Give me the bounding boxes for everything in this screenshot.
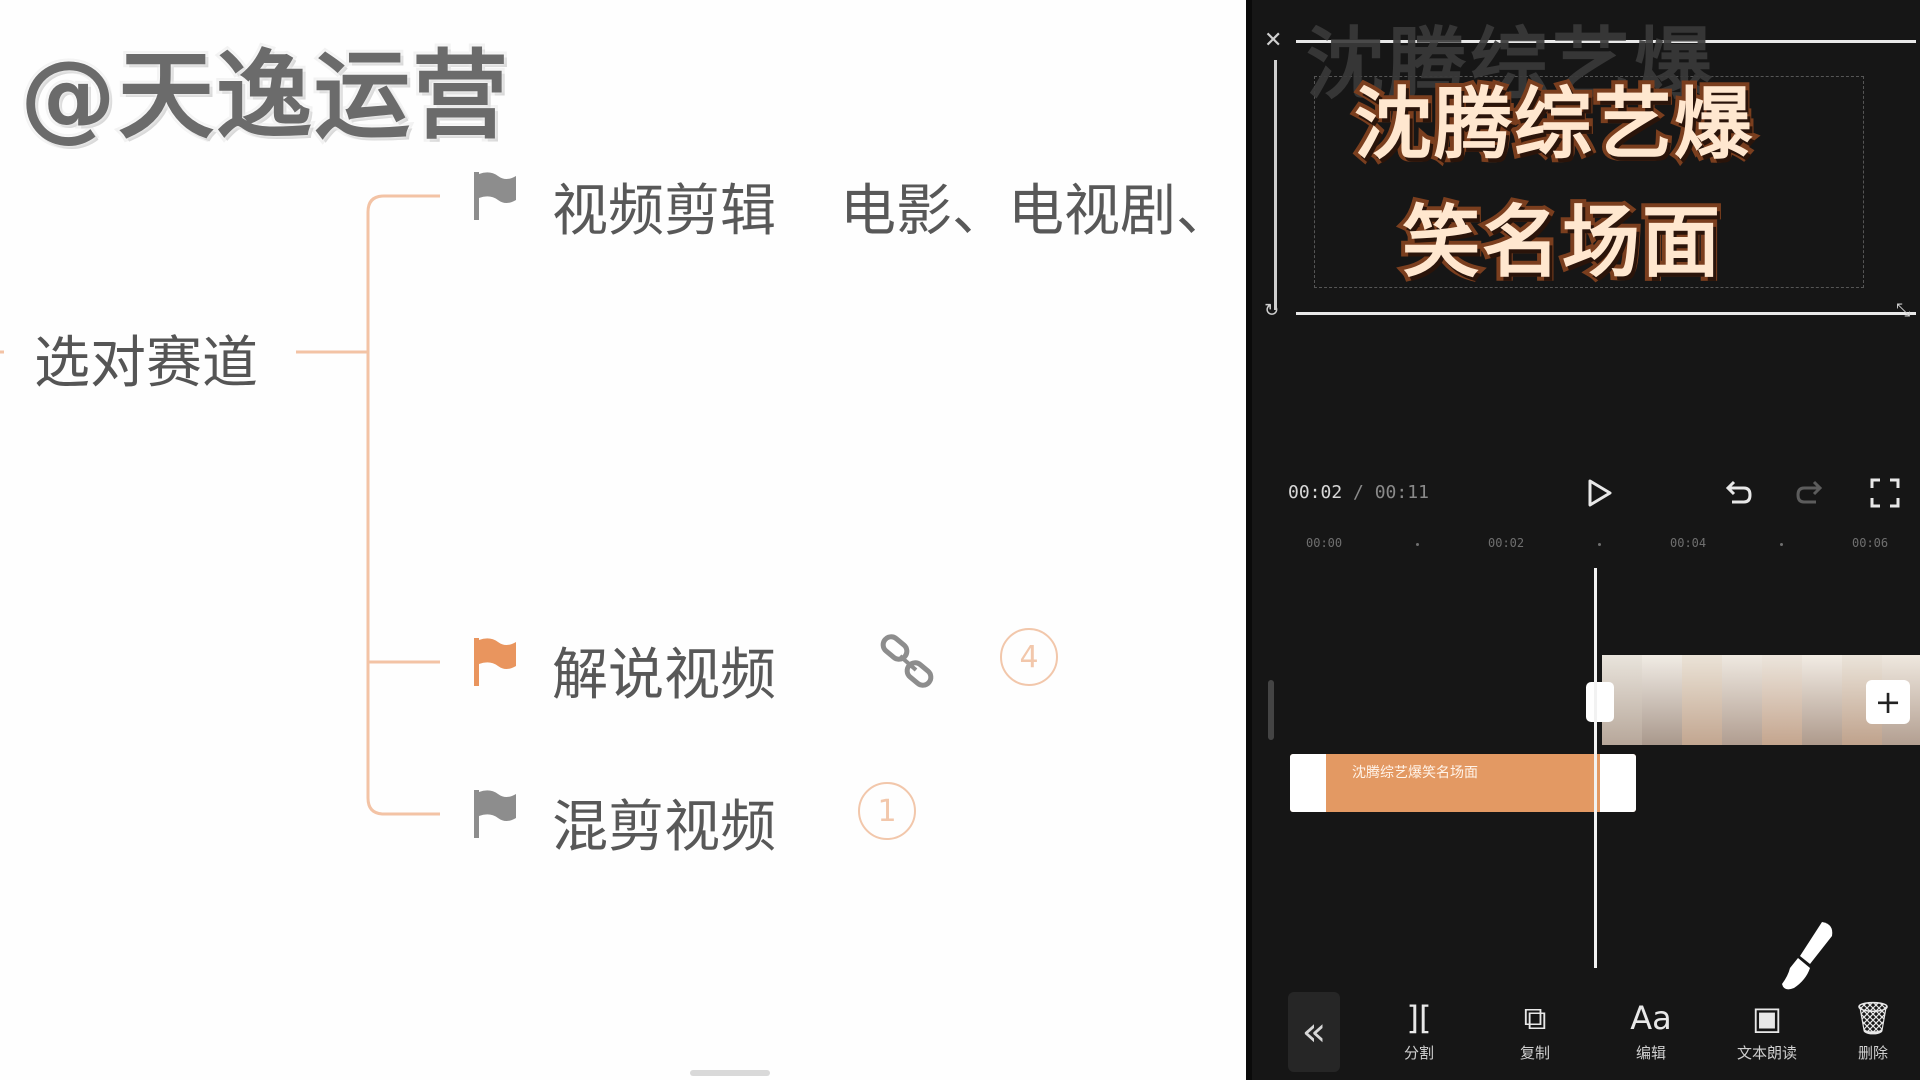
- text-to-speech-label: 文本朗读: [1736, 1044, 1797, 1062]
- video-thumbnail: [1682, 655, 1722, 745]
- branch-video-editing-note: 电影、电视剧、: [840, 179, 1232, 244]
- close-icon[interactable]: ✕: [1264, 28, 1282, 53]
- fullscreen-icon[interactable]: [1868, 476, 1902, 510]
- collapse-toolbar-button[interactable]: «: [1288, 992, 1340, 1072]
- branch-commentary-video[interactable]: 解说视频: [552, 630, 776, 711]
- current-time: 00:02: [1288, 482, 1343, 503]
- add-clip-button[interactable]: +: [1866, 680, 1910, 724]
- edit-text-button[interactable]: Aa 编辑: [1606, 998, 1696, 1063]
- ruler-label: 00:00: [1306, 536, 1343, 550]
- copy-icon: ⧉: [1523, 999, 1547, 1037]
- ruler-label: 00:02: [1488, 536, 1525, 550]
- text-to-speech-button[interactable]: ▣ 文本朗读: [1722, 998, 1812, 1063]
- horizontal-scrollbar[interactable]: [690, 1070, 770, 1076]
- play-icon[interactable]: [1582, 476, 1616, 510]
- text-clip-label: 沈腾综艺爆笑名场面: [1352, 765, 1478, 781]
- title-text-line-1[interactable]: 沈腾综艺爆: [1350, 62, 1756, 174]
- split-icon: ][: [1406, 999, 1432, 1037]
- text-clip-right-handle[interactable]: [1600, 754, 1636, 812]
- flag-icon: [474, 790, 516, 838]
- video-thumbnail: [1762, 655, 1802, 745]
- flag-icon: [474, 172, 516, 220]
- flag-icon: [474, 638, 516, 686]
- rotate-handle-icon[interactable]: ↻: [1264, 300, 1279, 321]
- video-clip-handle[interactable]: [1586, 682, 1614, 722]
- ruler-dot: [1780, 543, 1783, 546]
- split-label: 分割: [1403, 1044, 1434, 1062]
- copy-button[interactable]: ⧉ 复制: [1490, 998, 1580, 1063]
- total-time: 00:11: [1374, 482, 1429, 503]
- text-to-speech-icon: ▣: [1751, 999, 1783, 1037]
- video-thumbnail: [1642, 655, 1682, 745]
- mind-map-connectors: [0, 194, 440, 816]
- branch-mashup-video[interactable]: 混剪视频: [552, 782, 776, 863]
- scale-handle-icon[interactable]: ⤡: [1896, 300, 1910, 321]
- ruler-label: 00:04: [1670, 536, 1707, 550]
- mind-map-canvas: @天逸运营 选对赛道 视频剪辑 电影、电视剧、 解说视频 4 混剪视频 1: [0, 0, 1246, 1080]
- video-editor-panel: ✕ ↻ ⤡ 沈腾综艺爆 沈腾综艺爆 笑名场面 00:02 / 00:11 00:…: [1246, 0, 1920, 1080]
- playhead[interactable]: [1594, 568, 1597, 968]
- copy-label: 复制: [1519, 1044, 1550, 1062]
- ruler-dot: [1598, 543, 1601, 546]
- link-icon[interactable]: [878, 634, 938, 690]
- timecode: 00:02 / 00:11: [1288, 482, 1429, 503]
- text-clip-left-handle[interactable]: [1290, 754, 1326, 812]
- root-node-label[interactable]: 选对赛道: [34, 318, 258, 399]
- branch-video-editing[interactable]: 视频剪辑: [552, 166, 776, 247]
- panel-divider: [1246, 0, 1252, 1080]
- split-button[interactable]: ][ 分割: [1374, 998, 1464, 1063]
- count-badge[interactable]: 4: [1000, 628, 1058, 686]
- video-thumbnail: [1722, 655, 1762, 745]
- edit-text-icon: Aa: [1630, 999, 1672, 1037]
- title-text-line-2[interactable]: 笑名场面: [1398, 180, 1724, 292]
- delete-icon: 🗑: [1852, 999, 1894, 1037]
- timeline-scrollbar[interactable]: [1268, 680, 1274, 740]
- bottom-toolbar: [1246, 980, 1920, 1080]
- edit-text-label: 编辑: [1635, 1044, 1666, 1062]
- video-thumbnail: [1802, 655, 1842, 745]
- delete-button[interactable]: 🗑 删除: [1828, 998, 1918, 1063]
- ruler-dot: [1416, 543, 1419, 546]
- preview-guide-left: [1274, 60, 1277, 310]
- redo-icon[interactable]: [1794, 476, 1828, 510]
- text-track-clip[interactable]: 沈腾综艺爆笑名场面: [1290, 754, 1636, 812]
- count-badge[interactable]: 1: [858, 782, 916, 840]
- delete-label: 删除: [1857, 1044, 1888, 1062]
- preview-guide-bottom: [1296, 312, 1916, 315]
- undo-icon[interactable]: [1720, 476, 1754, 510]
- ruler-label: 00:06: [1852, 536, 1889, 550]
- watermark-text: @天逸运营: [17, 37, 511, 155]
